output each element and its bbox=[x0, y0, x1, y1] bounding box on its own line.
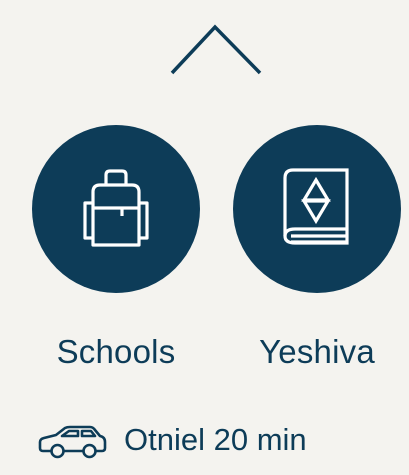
commute-text: Otniel 20 min bbox=[124, 422, 307, 457]
backpack-icon bbox=[83, 169, 149, 247]
yeshiva-badge bbox=[233, 125, 401, 293]
schools-badge bbox=[32, 125, 200, 293]
category-label-schools: Schools bbox=[56, 333, 176, 370]
commute-info: Otniel 20 min bbox=[38, 418, 307, 462]
category-label-yeshiva: Yeshiva bbox=[259, 333, 375, 370]
star-of-david-book-icon bbox=[283, 168, 349, 245]
chevron-up-icon bbox=[170, 24, 262, 75]
collapse-button[interactable] bbox=[165, 20, 265, 82]
car-icon bbox=[38, 425, 107, 459]
